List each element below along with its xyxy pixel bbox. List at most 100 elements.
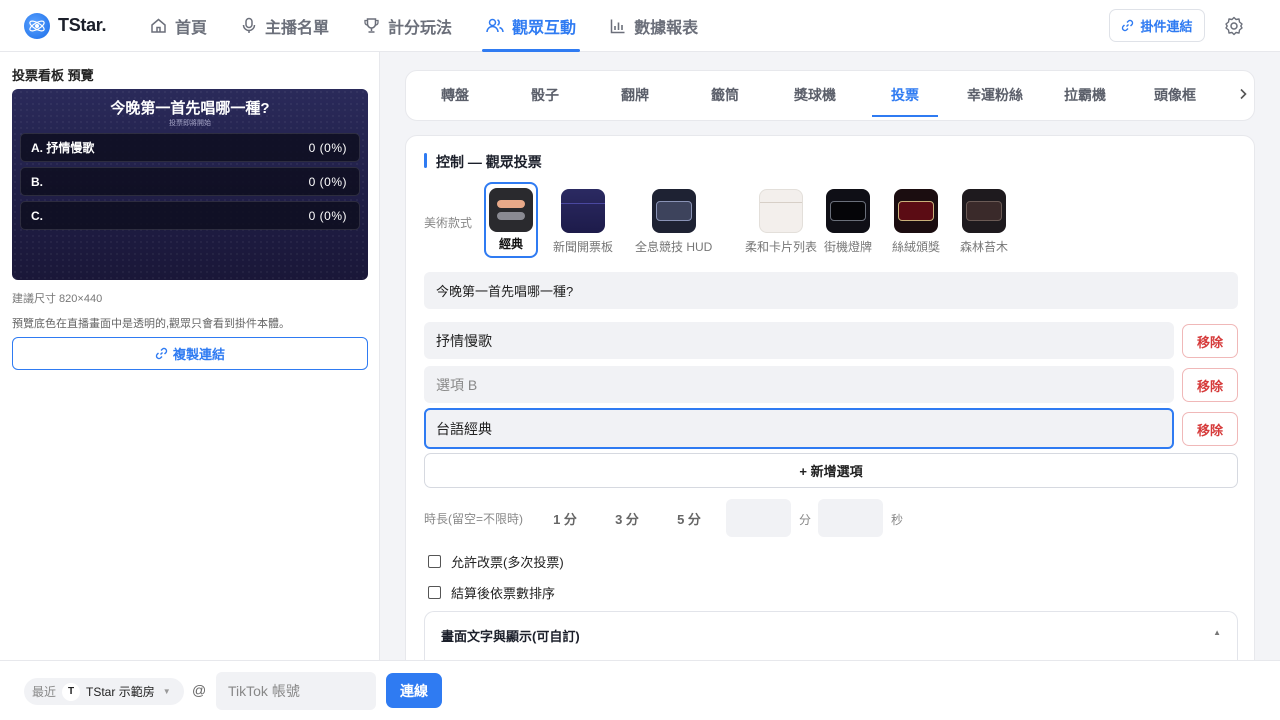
brand[interactable]: TStar.	[24, 12, 136, 39]
style-caption: 森林苔木	[960, 240, 1009, 254]
tab-dice[interactable]: 骰子	[512, 71, 578, 119]
option-input[interactable]: 選項 B	[424, 366, 1174, 403]
top-nav: TStar. 首頁 主播名單 計分玩法 觀眾互動 數據報表 掛件連結	[0, 0, 1280, 52]
option-input[interactable]: 台語經典	[424, 408, 1174, 449]
remove-option-button[interactable]: 移除	[1182, 412, 1238, 446]
users-icon	[486, 18, 504, 33]
nav-item-label: 主播名單	[265, 19, 330, 37]
nav-item-label: 計分玩法	[388, 19, 453, 37]
chevron-down-icon: ▼	[162, 687, 171, 696]
style-option-news-board[interactable]: 新聞開票板	[553, 188, 613, 255]
microphone-icon	[242, 17, 256, 33]
game-tabs: 轉盤 骰子 翻牌 籤筒 獎球機 投票 幸運粉絲 拉霸機 頭像框	[405, 70, 1255, 121]
duration-preset-button[interactable]: 1 分	[540, 500, 590, 536]
preview-panel: 投票看板 預覽 今晚第一首先唱哪一種? 投票即將開始 A. 抒情慢歌 0 (0%…	[0, 52, 380, 660]
duration-preset-button[interactable]: 3 分	[602, 500, 652, 536]
recent-room-select[interactable]: 最近 T TStar 示範房 ▼	[24, 678, 184, 705]
tiktok-account-input[interactable]: TikTok 帳號	[216, 672, 376, 710]
checkbox-box[interactable]	[428, 555, 441, 568]
avatar: T	[62, 682, 81, 701]
bottom-bar: 最近 T TStar 示範房 ▼ @ TikTok 帳號 連線	[0, 660, 1280, 720]
option-input[interactable]: 抒情慢歌	[424, 322, 1174, 359]
tab-avatar-frame[interactable]: 頭像框	[1142, 71, 1208, 119]
recent-label: 最近	[32, 685, 57, 699]
style-option-arcade-sign[interactable]: 街機燈牌	[824, 188, 872, 255]
nav-item-streamers[interactable]: 主播名單	[227, 0, 343, 52]
seconds-unit: 秒	[891, 513, 904, 527]
style-option-soft-card[interactable]: 柔和卡片列表	[745, 188, 817, 255]
minutes-input[interactable]	[726, 499, 791, 537]
duration-preset-button[interactable]: 5 分	[664, 500, 714, 536]
nav-item-audience[interactable]: 觀眾互動	[472, 0, 590, 52]
chevron-up-icon[interactable]: ▲	[1213, 628, 1221, 637]
style-thumb	[489, 188, 533, 232]
size-note: 建議尺寸 820×440	[12, 293, 103, 305]
preview-option-count: 0 (0%)	[308, 174, 347, 189]
preview-option-label: C.	[31, 208, 43, 223]
preview-option-count: 0 (0%)	[308, 208, 347, 223]
background-note: 預覽底色在直播畫面中是透明的,觀眾只會看到掛件本體。	[12, 318, 291, 330]
tab-lucky-fan[interactable]: 幸運粉絲	[962, 71, 1028, 119]
preview-option-count: 0 (0%)	[308, 140, 347, 155]
nav-item-scoring[interactable]: 計分玩法	[349, 0, 466, 52]
seconds-input[interactable]	[818, 499, 883, 537]
style-thumb	[894, 189, 938, 233]
copy-link-label: 複製連結	[172, 347, 225, 362]
checkbox-box[interactable]	[428, 586, 441, 599]
home-icon	[151, 18, 166, 33]
style-caption: 新聞開票板	[553, 240, 614, 254]
style-option-velvet-award[interactable]: 絲絨頒獎	[892, 188, 940, 255]
allow-change-vote-checkbox[interactable]: 允許改票(多次投票)	[428, 552, 564, 571]
preview-title: 投票看板 預覽	[12, 68, 94, 83]
style-option-classic[interactable]: 經典	[484, 182, 538, 258]
style-thumb	[561, 189, 605, 233]
connect-button[interactable]: 連線	[386, 673, 442, 708]
add-option-button[interactable]: + 新增選項	[424, 453, 1238, 488]
style-option-holo-hud[interactable]: 全息競技 HUD	[635, 188, 712, 255]
tab-vote[interactable]: 投票	[872, 71, 938, 119]
sort-after-settle-checkbox[interactable]: 結算後依票數排序	[428, 583, 555, 602]
chevron-right-icon[interactable]	[1238, 87, 1248, 104]
preview-subtitle: 投票即將開始	[169, 120, 211, 127]
brand-logo-icon	[24, 12, 50, 39]
preview-option-label: A. 抒情慢歌	[31, 141, 95, 155]
bar-chart-icon	[610, 19, 625, 33]
style-caption: 柔和卡片列表	[745, 240, 818, 254]
plugin-link-button[interactable]: 掛件連結	[1109, 9, 1205, 42]
plugin-link-label: 掛件連結	[1140, 19, 1193, 34]
link-icon	[155, 347, 168, 360]
main-nav: 首頁 主播名單 計分玩法 觀眾互動 數據報表	[136, 0, 718, 52]
remove-option-button[interactable]: 移除	[1182, 368, 1238, 402]
tab-flip-card[interactable]: 翻牌	[602, 71, 668, 119]
checkbox-label: 結算後依票數排序	[451, 586, 556, 601]
copy-link-button[interactable]: 複製連結	[12, 337, 368, 370]
gear-icon[interactable]	[1224, 16, 1244, 39]
style-thumb	[962, 189, 1006, 233]
style-thumb	[826, 189, 870, 233]
tab-slot-machine[interactable]: 拉霸機	[1052, 71, 1118, 119]
brand-name: TStar.	[58, 15, 107, 35]
style-thumb	[759, 189, 803, 233]
style-thumb	[651, 189, 696, 233]
link-icon	[1122, 19, 1134, 32]
style-caption: 絲絨頒獎	[892, 240, 941, 254]
at-symbol: @	[192, 682, 207, 698]
checkbox-label: 允許改票(多次投票)	[451, 555, 564, 570]
remove-option-button[interactable]: 移除	[1182, 324, 1238, 358]
preview-option-row: B. 0 (0%)	[20, 167, 360, 196]
preview-option-label: B.	[31, 174, 43, 189]
preview-option-row: C. 0 (0%)	[20, 201, 360, 230]
section-title: 畫面文字與顯示(可自訂)	[441, 629, 580, 644]
tab-ball-machine[interactable]: 獎球機	[782, 71, 848, 119]
tab-lot-draw[interactable]: 籤筒	[692, 71, 758, 119]
nav-item-home[interactable]: 首頁	[136, 0, 221, 52]
nav-item-label: 首頁	[175, 19, 208, 37]
nav-item-reports[interactable]: 數據報表	[596, 0, 712, 52]
style-caption: 經典	[498, 237, 523, 251]
question-input[interactable]: 今晚第一首先唱哪一種?	[424, 272, 1238, 309]
style-option-forest-moss[interactable]: 森林苔木	[960, 188, 1008, 255]
minutes-unit: 分	[799, 513, 812, 527]
control-title: 控制 — 觀眾投票	[424, 152, 542, 172]
trophy-icon	[364, 18, 379, 33]
tab-wheel[interactable]: 轉盤	[422, 71, 488, 119]
